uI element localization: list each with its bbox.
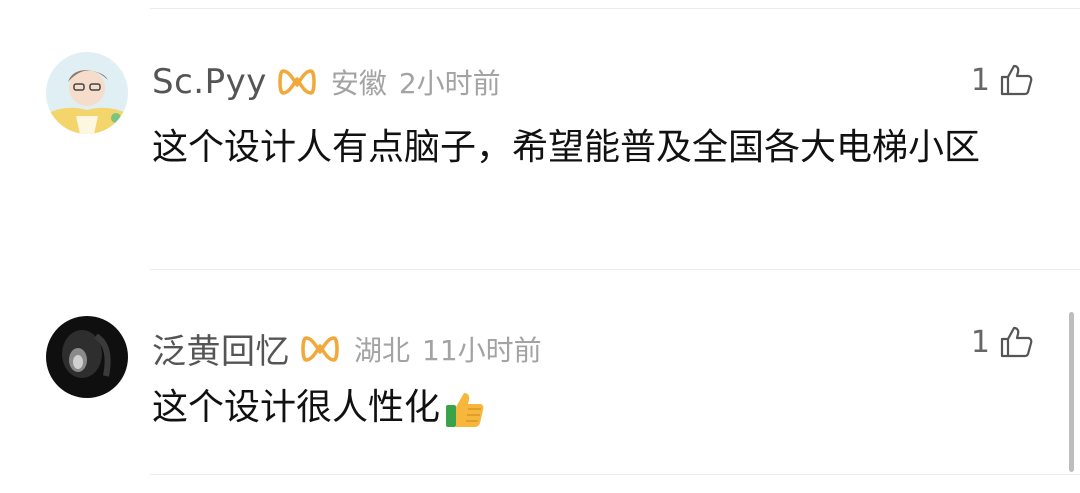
comment-text-row: 这个设计很人性化 [152, 380, 1032, 436]
comment-text: 这个设计人有点脑子，希望能普及全国各大电梯小区 [152, 127, 981, 168]
thumbs-up-emoji [442, 387, 486, 431]
thumbs-up-outline-icon[interactable] [998, 324, 1034, 360]
avatar[interactable] [46, 316, 128, 398]
vip-badge-icon[interactable] [300, 332, 340, 366]
timestamp: 11小时前 [422, 333, 542, 367]
timestamp: 2小时前 [398, 67, 501, 100]
comment-meta: Sc.Pyy 安徽 2小时前 [152, 62, 501, 102]
like-button[interactable]: 1 [971, 62, 1034, 98]
location: 湖北 [354, 333, 411, 367]
comment-divider [150, 269, 1080, 270]
username[interactable]: Sc.Pyy [152, 62, 267, 102]
scrollbar[interactable] [1069, 312, 1074, 472]
like-button[interactable]: 1 [971, 324, 1034, 360]
thumbs-up-outline-icon[interactable] [998, 62, 1034, 98]
comment-text: 这个设计很人性化 [152, 387, 441, 428]
avatar[interactable] [46, 52, 128, 134]
like-count: 1 [970, 62, 990, 98]
comment-meta: 泛黄回忆 湖北 11小时前 [152, 324, 542, 373]
vip-badge-icon[interactable] [277, 65, 317, 99]
location: 安徽 [330, 67, 387, 100]
like-count: 1 [970, 324, 990, 360]
username[interactable]: 泛黄回忆 [152, 324, 290, 373]
top-divider [150, 8, 1080, 9]
comment-divider [150, 474, 1080, 475]
